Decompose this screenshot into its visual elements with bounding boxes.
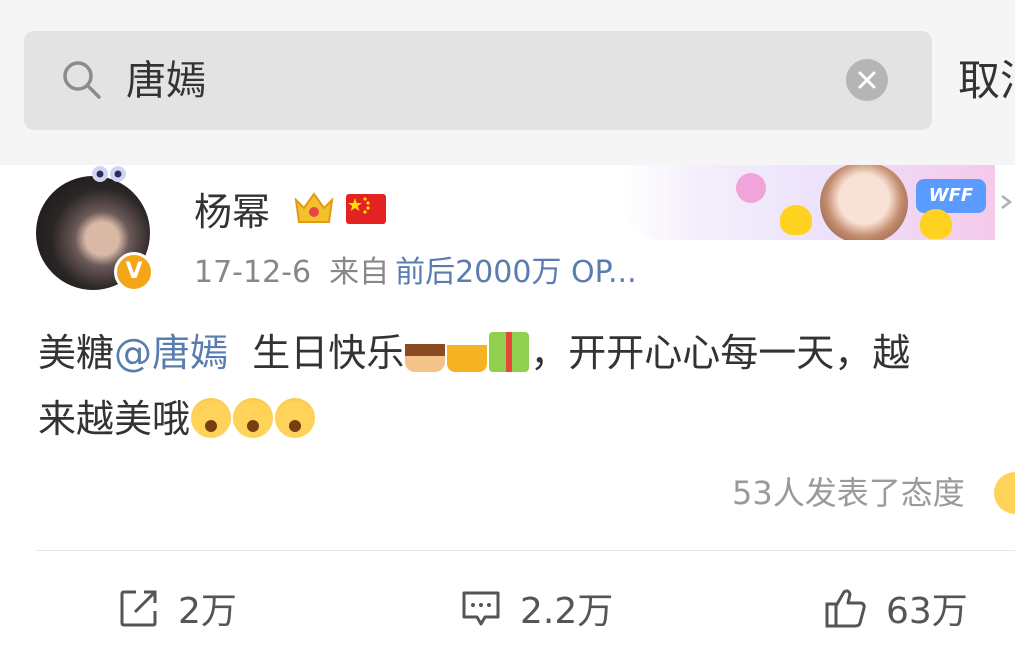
search-input[interactable]: 唐嫣 [126,51,206,111]
beer-emoji-icon [447,332,488,372]
content-text: 美糖 [38,331,115,375]
surprised-emoji-icon [233,398,274,438]
gift-emoji-icon [489,332,530,372]
like-count: 63万 [886,591,968,632]
surprised-emoji-icon [275,398,316,438]
post-content: 美糖@唐嫣 生日快乐 ，开开心心每一天，越 来越美哦 [38,320,1015,452]
verified-badge-icon: V [114,252,154,292]
chevron-down-icon[interactable] [1000,190,1015,214]
china-flag-icon [346,194,386,224]
banner-portrait [820,165,908,240]
cake-emoji-icon [405,332,446,372]
share-icon [120,590,157,627]
reactions-summary[interactable]: 53人发表了态度 [732,470,965,516]
divider [36,550,1015,551]
repost-button[interactable]: 2万 [118,580,237,636]
reaction-emoji-icon [994,472,1015,514]
mention-link[interactable]: @唐嫣 [114,331,228,375]
comment-count: 2.2万 [520,591,614,632]
thumbs-up-icon [825,589,866,628]
content-text: 生日快乐 [228,331,405,375]
avatar-pendant-icon [92,166,126,182]
like-button[interactable]: 63万 [824,580,968,636]
chick-icon [920,209,952,239]
chick-icon [780,205,812,235]
close-icon [858,71,876,89]
search-icon [63,61,101,99]
surprised-emoji-icon [191,398,232,438]
wff-badge-icon: WFF [916,179,986,213]
clear-search-button[interactable] [846,59,888,101]
content-text: ，开开心心每一天，越 [530,331,911,375]
cancel-button[interactable]: 取消 [958,51,1015,111]
post-date: 17-12-6 [194,255,312,290]
username[interactable]: 杨幂 [194,182,270,242]
crown-icon [294,192,334,223]
post-meta: 17-12-6 来自 前后2000万 OP... [194,248,637,298]
card-banner[interactable]: WFF [620,165,995,240]
comment-icon [462,591,500,626]
repost-count: 2万 [178,591,237,632]
planet-icon [736,173,766,203]
source-prefix: 来自 [329,255,390,290]
comment-button[interactable]: 2.2万 [460,580,613,636]
source-link[interactable]: 前后2000万 OP... [395,255,637,290]
content-text: 来越美哦 [38,397,191,441]
